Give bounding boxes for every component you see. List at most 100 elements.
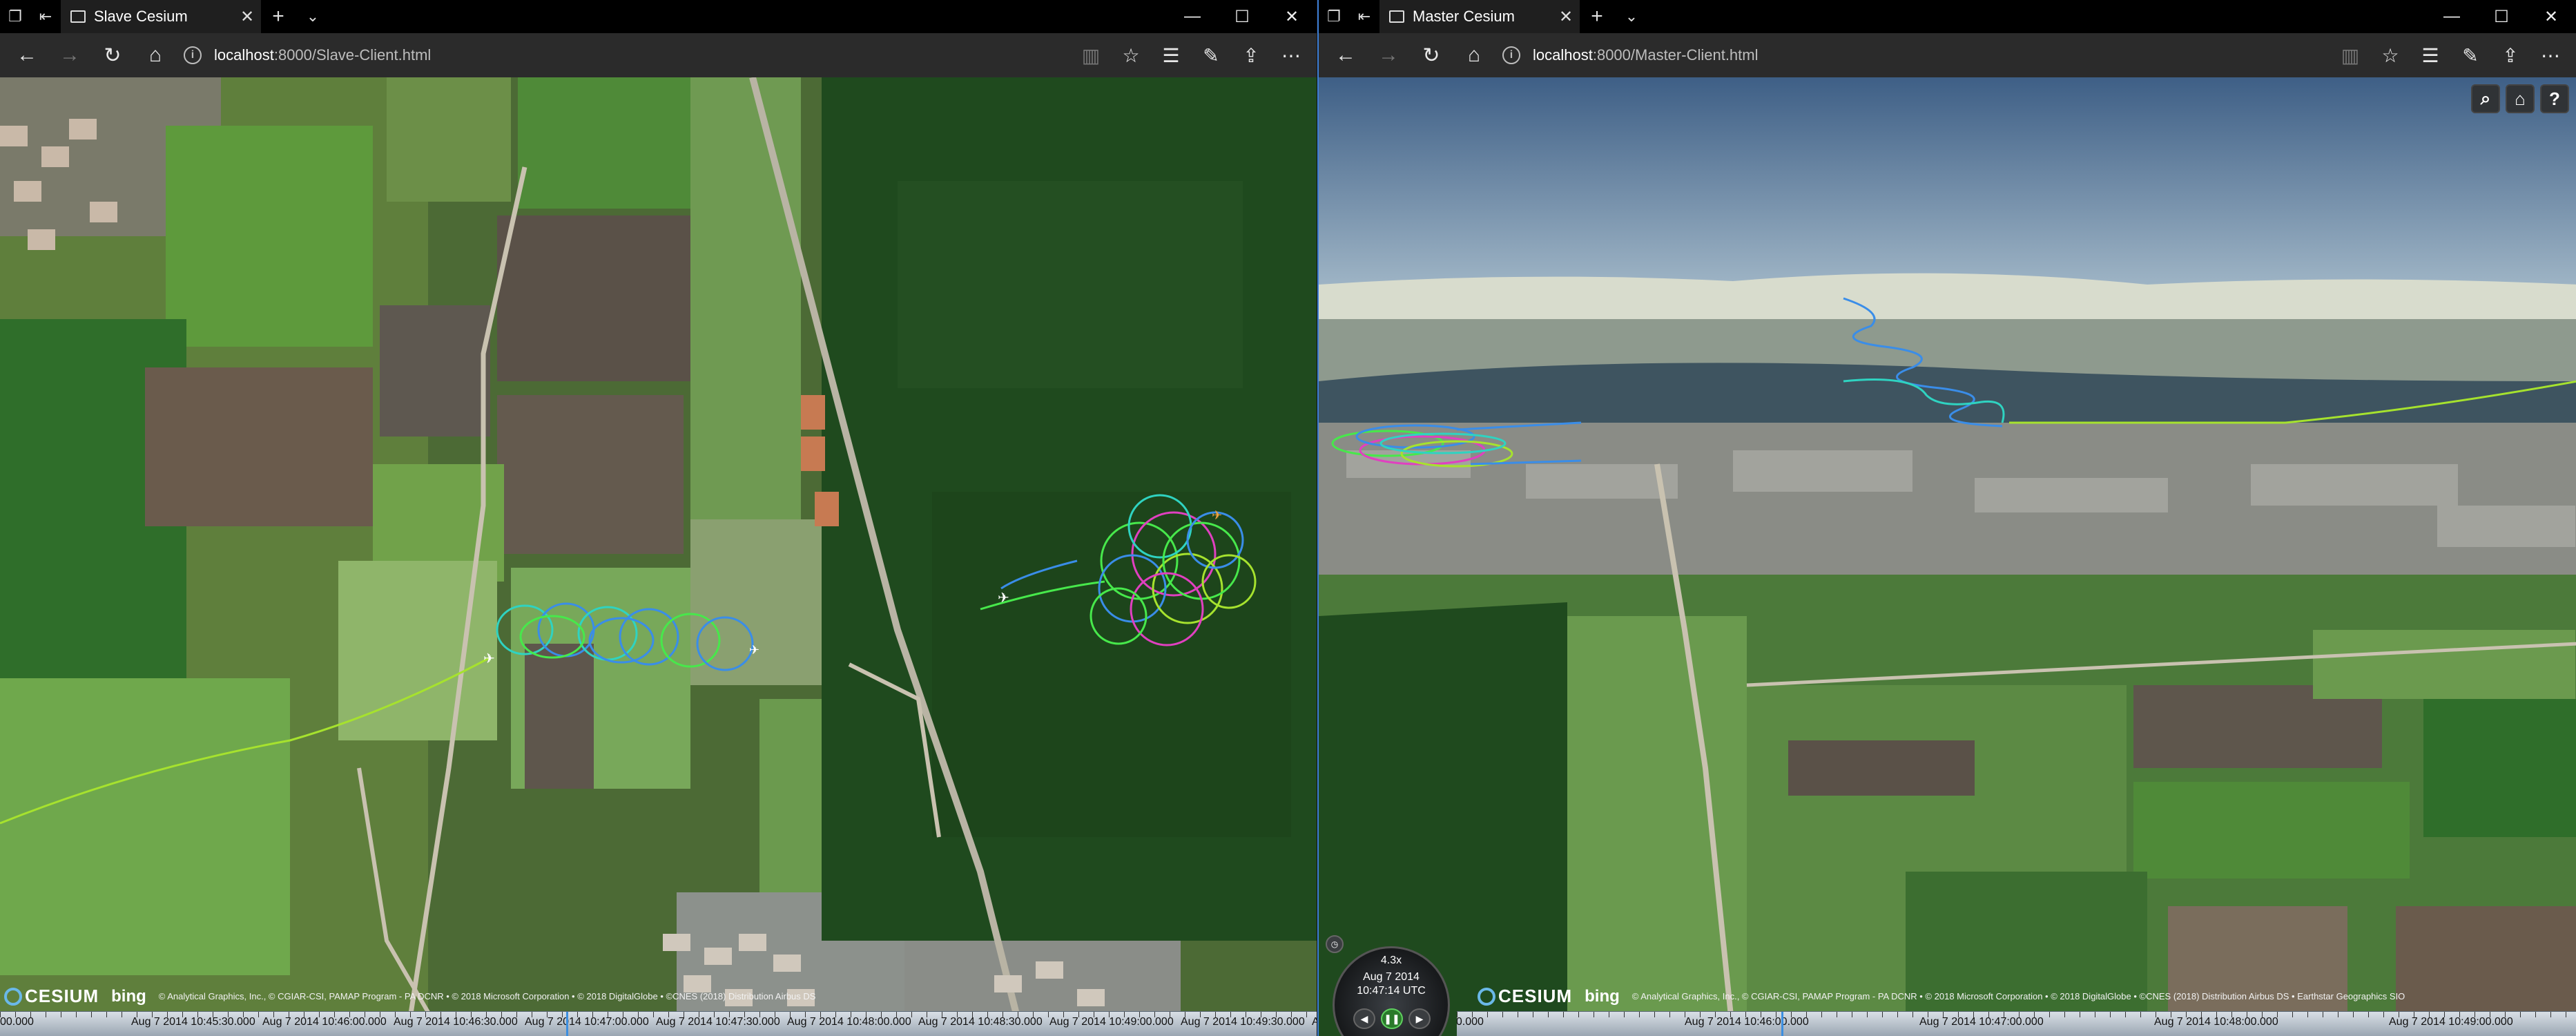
pause-icon[interactable]: ❚❚	[1381, 1008, 1403, 1029]
reading-view-icon[interactable]: ▥	[1071, 36, 1111, 75]
timeline-label: Aug 7 2014 10:47:00.000	[525, 1016, 649, 1028]
timeline-label: Aug 7 2014 10:48:00.000	[2154, 1016, 2278, 1028]
reading-view-icon[interactable]: ▥	[2330, 36, 2370, 75]
cesium-viewer-master[interactable]: ⌕ ⌂ ? CESIUM bing © Analytical Graphics,…	[1319, 77, 2576, 1036]
play-reverse-icon[interactable]: ◀	[1353, 1008, 1375, 1029]
site-info-icon[interactable]: i	[1502, 46, 1520, 64]
tab-preview-icon[interactable]: ⇤	[1349, 0, 1379, 33]
tab-slave-cesium[interactable]: Slave Cesium ✕	[61, 0, 261, 33]
bing-logo[interactable]: bing	[111, 987, 146, 1006]
favorite-star-icon[interactable]: ☆	[2370, 36, 2410, 75]
new-tab-icon[interactable]: +	[1580, 0, 1614, 33]
url-text: localhost:8000/Master-Client.html	[1533, 46, 1759, 64]
animation-time: 10:47:14 UTC	[1357, 985, 1426, 997]
back-icon[interactable]: ←	[1324, 36, 1367, 75]
bing-logo[interactable]: bing	[1585, 987, 1620, 1006]
page-icon	[70, 10, 86, 23]
aerial-map-scene[interactable]: ✈ ✈ ✈ ✈	[0, 77, 1317, 1036]
svg-text:✈: ✈	[749, 643, 759, 657]
cesium-toolbar: ⌕ ⌂ ?	[2471, 84, 2569, 113]
back-icon[interactable]: ←	[6, 36, 48, 75]
play-forward-icon[interactable]: ▶	[1408, 1008, 1431, 1029]
timeline-needle[interactable]	[1781, 1012, 1783, 1036]
timeline-label: Aug 7 2014 10:46:00.000	[262, 1016, 387, 1028]
favorite-star-icon[interactable]: ☆	[1111, 36, 1151, 75]
timeline[interactable]: 00.000 Aug 7 2014 10:45:30.000 Aug 7 2014 …	[0, 1011, 1317, 1036]
timeline[interactable]: 00.000 Aug 7 2014 10:46:00.000 Aug 7 2014 …	[1457, 1011, 2576, 1036]
tab-bar: ❐ ⇤ Slave Cesium ✕ + ⌄ — ☐ ✕	[0, 0, 1317, 33]
home-icon[interactable]: ⌂	[1453, 36, 1495, 75]
tab-sets-icon[interactable]: ❐	[1319, 0, 1349, 33]
tab-title: Master Cesium	[1413, 8, 1515, 25]
timeline-label: Aug 7 2014 10:45:30.000	[131, 1016, 255, 1028]
timeline-labels: 00.000 Aug 7 2014 10:45:30.000 Aug 7 2014 …	[0, 1016, 1317, 1028]
notes-pen-icon[interactable]: ✎	[2450, 36, 2490, 75]
minimize-icon[interactable]: —	[2427, 0, 2477, 33]
chevron-down-icon[interactable]: ⌄	[1614, 0, 1649, 33]
perspective-map-scene[interactable]	[1319, 77, 2576, 1036]
tab-master-cesium[interactable]: Master Cesium ✕	[1379, 0, 1580, 33]
timeline-label: Aug 7 2014 10:46:00.000	[1685, 1016, 1809, 1028]
close-icon[interactable]: ✕	[2526, 0, 2576, 33]
forward-icon[interactable]: →	[48, 36, 91, 75]
timeline-needle[interactable]	[566, 1012, 568, 1036]
slave-browser-window: ❐ ⇤ Slave Cesium ✕ + ⌄ — ☐ ✕ ← → ↻ ⌂ i l…	[0, 0, 1317, 1036]
timeline-label: Aug 7 2014 10:47:30.000	[656, 1016, 780, 1028]
page-icon	[1389, 10, 1404, 23]
refresh-icon[interactable]: ↻	[91, 36, 134, 75]
timeline-label: Aug 7 2014 10:49:00.000	[1049, 1016, 1174, 1028]
svg-text:✈: ✈	[1212, 508, 1222, 522]
maximize-icon[interactable]: ☐	[1217, 0, 1267, 33]
timeline-label: Aug 7 2014 10:48:30.000	[918, 1016, 1043, 1028]
animation-controls: ◀ ❚❚ ▶	[1353, 1008, 1431, 1029]
new-tab-icon[interactable]: +	[261, 0, 296, 33]
close-tab-icon[interactable]: ✕	[1552, 7, 1580, 27]
tab-title: Slave Cesium	[94, 8, 188, 25]
home-view-icon[interactable]: ⌂	[2506, 84, 2535, 113]
more-icon[interactable]: ⋯	[1271, 36, 1311, 75]
site-info-icon[interactable]: i	[184, 46, 202, 64]
clock-reset-icon[interactable]: ◷	[1326, 935, 1344, 953]
timeline-label: Aug 7 2014 10:49:00.000	[2389, 1016, 2513, 1028]
address-bar: ← → ↻ ⌂ i localhost:8000/Slave-Client.ht…	[0, 33, 1317, 77]
timeline-label: Aug 7 2014 10:48:00.000	[787, 1016, 911, 1028]
more-icon[interactable]: ⋯	[2530, 36, 2570, 75]
favorites-hub-icon[interactable]: ☰	[2410, 36, 2450, 75]
url-field[interactable]: i localhost:8000/Slave-Client.html	[177, 39, 1071, 72]
timeline-label: 00.000	[1457, 1016, 1484, 1028]
timeline-label: 00.000	[0, 1016, 34, 1028]
cesium-viewer-slave[interactable]: ✈ ✈ ✈ ✈ CESIUM bing © Analytical Graphic…	[0, 77, 1317, 1036]
chevron-down-icon[interactable]: ⌄	[296, 0, 330, 33]
timeline-label: Aug 7 2014 10:46:30.000	[394, 1016, 518, 1028]
favorites-hub-icon[interactable]: ☰	[1151, 36, 1191, 75]
timeline-label: Aug 7 2014 10:49:30.000	[1181, 1016, 1305, 1028]
forward-icon[interactable]: →	[1367, 36, 1410, 75]
credit-text: © Analytical Graphics, Inc., © CGIAR-CSI…	[1631, 991, 2405, 1001]
timeline-label: Aug 7 2014 10:50	[1312, 1016, 1317, 1028]
help-icon[interactable]: ?	[2540, 84, 2569, 113]
cesium-logo[interactable]: CESIUM	[1478, 986, 1572, 1007]
svg-text:✈: ✈	[483, 651, 495, 666]
share-icon[interactable]: ⇪	[1231, 36, 1271, 75]
maximize-icon[interactable]: ☐	[2477, 0, 2526, 33]
master-browser-window: ❐ ⇤ Master Cesium ✕ + ⌄ — ☐ ✕ ← → ↻ ⌂ i …	[1317, 0, 2576, 1036]
tab-bar: ❐ ⇤ Master Cesium ✕ + ⌄ — ☐ ✕	[1319, 0, 2576, 33]
timeline-labels: 00.000 Aug 7 2014 10:46:00.000 Aug 7 2014 …	[1457, 1016, 2576, 1028]
tab-preview-icon[interactable]: ⇤	[30, 0, 61, 33]
home-icon[interactable]: ⌂	[134, 36, 177, 75]
map-credits: CESIUM bing © Analytical Graphics, Inc.,…	[4, 986, 815, 1007]
notes-pen-icon[interactable]: ✎	[1191, 36, 1231, 75]
refresh-icon[interactable]: ↻	[1410, 36, 1453, 75]
close-icon[interactable]: ✕	[1267, 0, 1317, 33]
svg-text:✈: ✈	[998, 591, 1009, 606]
credit-text: © Analytical Graphics, Inc., © CGIAR-CSI…	[158, 991, 816, 1001]
cesium-logo[interactable]: CESIUM	[4, 986, 99, 1007]
tab-sets-icon[interactable]: ❐	[0, 0, 30, 33]
url-field[interactable]: i localhost:8000/Master-Client.html	[1495, 39, 2330, 72]
share-icon[interactable]: ⇪	[2490, 36, 2530, 75]
url-text: localhost:8000/Slave-Client.html	[214, 46, 432, 64]
close-tab-icon[interactable]: ✕	[233, 7, 261, 27]
search-icon[interactable]: ⌕	[2471, 84, 2500, 113]
address-bar: ← → ↻ ⌂ i localhost:8000/Master-Client.h…	[1319, 33, 2576, 77]
minimize-icon[interactable]: —	[1168, 0, 1217, 33]
